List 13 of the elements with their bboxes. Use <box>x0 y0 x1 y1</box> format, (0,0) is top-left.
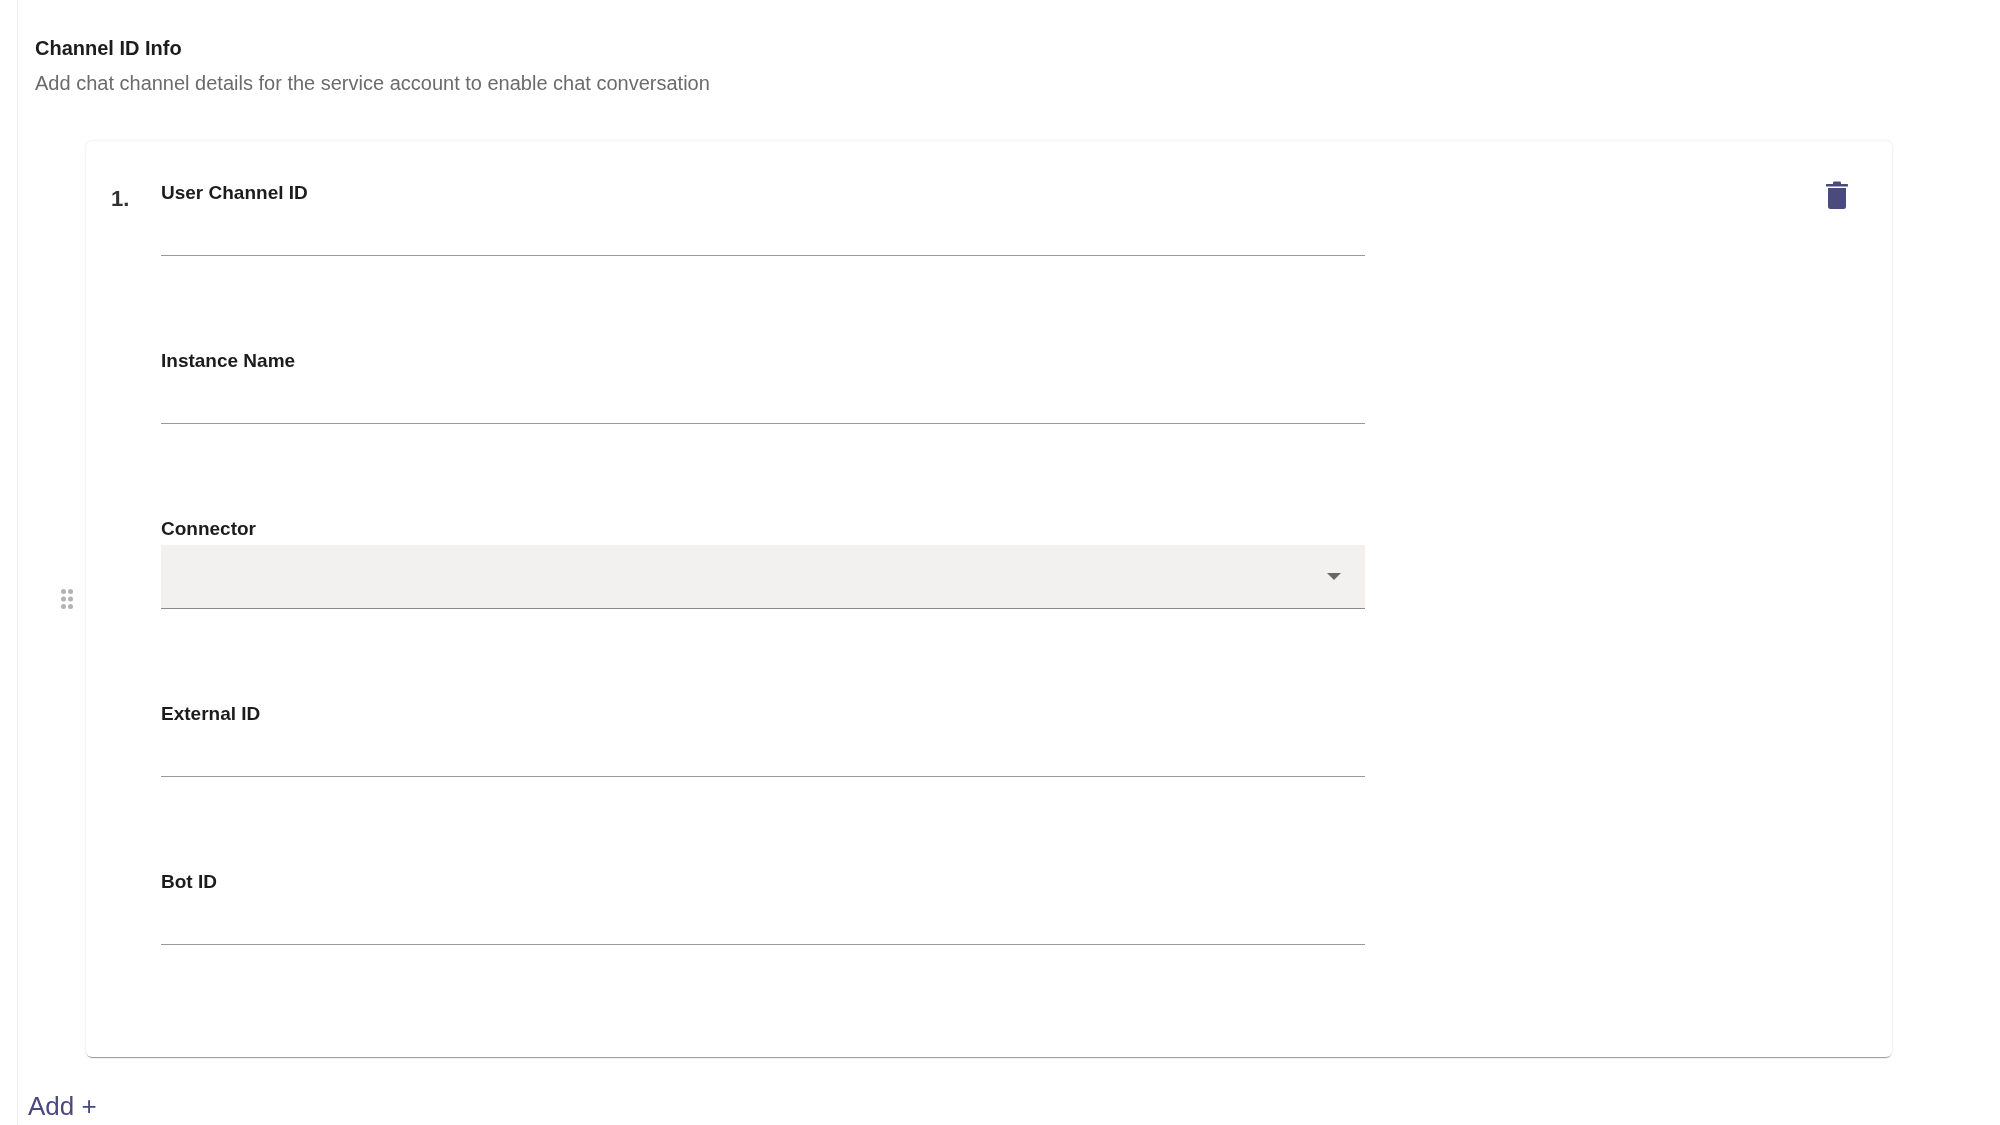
field-label: Instance Name <box>161 349 297 373</box>
select-field[interactable] <box>161 545 1365 609</box>
section-title: Channel ID Info <box>35 36 183 60</box>
field-label: External ID <box>161 702 262 726</box>
field-label: Connector <box>161 517 257 541</box>
add-button[interactable]: Add + <box>28 1091 97 1121</box>
field-label: Bot ID <box>161 870 218 894</box>
field-label: User Channel ID <box>161 181 309 205</box>
item-number: 1. <box>111 187 131 211</box>
section-description: Add chat channel details for the service account to enable chat conversation <box>35 71 711 95</box>
caret-icon <box>1327 573 1341 580</box>
drag-handle-icon[interactable] <box>61 589 73 609</box>
trash-icon[interactable] <box>1826 181 1848 209</box>
